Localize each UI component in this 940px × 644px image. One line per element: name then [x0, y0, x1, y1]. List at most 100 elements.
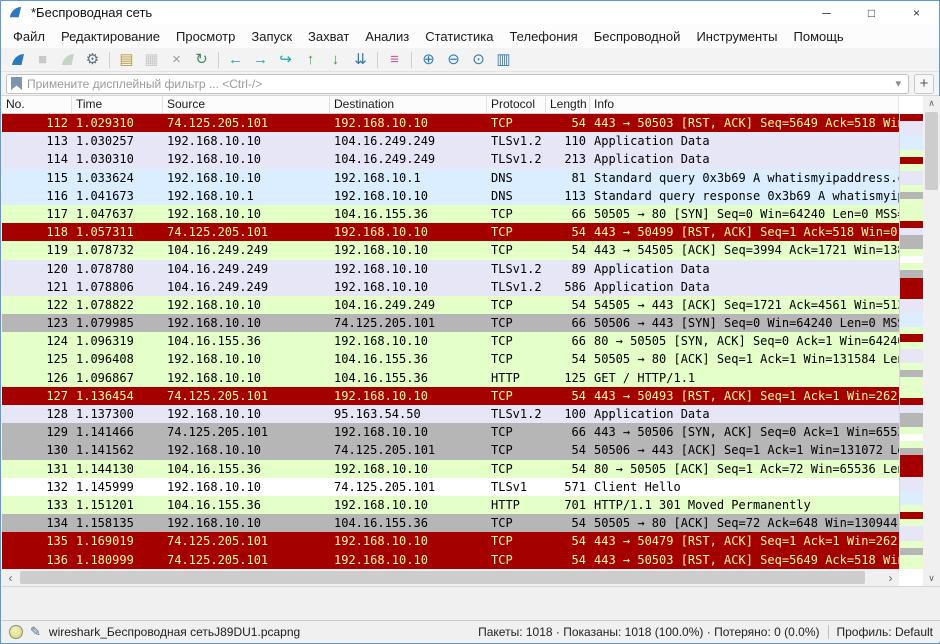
- packet-row[interactable]: 1361.18099974.125.205.101192.168.10.10TC…: [2, 551, 899, 569]
- cell-dst: 192.168.10.10: [330, 223, 487, 241]
- close-button[interactable]: ×: [894, 1, 939, 24]
- packet-list[interactable]: 1121.02931074.125.205.101192.168.10.10TC…: [2, 114, 899, 569]
- add-filter-button[interactable]: +: [914, 74, 934, 94]
- packet-row[interactable]: 1271.13645474.125.205.101192.168.10.10TC…: [2, 387, 899, 405]
- menu-analyze[interactable]: Анализ: [357, 26, 417, 47]
- packet-row[interactable]: 1231.079985192.168.10.1074.125.205.101TC…: [2, 314, 899, 332]
- zoom-out-icon[interactable]: ⊖: [441, 49, 466, 71]
- go-back-icon[interactable]: ←: [223, 49, 248, 71]
- packet-row[interactable]: 1331.151201104.16.155.36192.168.10.10HTT…: [2, 496, 899, 514]
- capture-comment-icon[interactable]: ✎: [30, 624, 41, 640]
- menu-edit[interactable]: Редактирование: [53, 26, 168, 47]
- minimap-stripe: [900, 285, 923, 292]
- cell-dst: 104.16.249.249: [330, 296, 487, 314]
- cell-info: Application Data: [590, 405, 899, 423]
- menu-view[interactable]: Просмотр: [168, 26, 243, 47]
- packet-row[interactable]: 1291.14146674.125.205.101192.168.10.10TC…: [2, 423, 899, 441]
- packet-row[interactable]: 1201.078780104.16.249.249192.168.10.10TL…: [2, 260, 899, 278]
- profile-label[interactable]: Профиль: Default: [837, 625, 934, 639]
- cell-dst: 192.168.10.10: [330, 496, 487, 514]
- menu-file[interactable]: Файл: [5, 26, 53, 47]
- packet-row[interactable]: 1121.02931074.125.205.101192.168.10.10TC…: [2, 114, 899, 132]
- menu-tools[interactable]: Инструменты: [688, 26, 785, 47]
- menu-wireless[interactable]: Беспроводной: [586, 26, 689, 47]
- packet-row[interactable]: 1191.078732104.16.249.249192.168.10.10TC…: [2, 241, 899, 259]
- packet-row[interactable]: 1351.16901974.125.205.101192.168.10.10TC…: [2, 532, 899, 550]
- column-header-proto[interactable]: Protocol: [487, 96, 546, 113]
- filter-dropdown-icon[interactable]: ▾: [892, 77, 904, 90]
- zoom-original-icon[interactable]: ⊙: [466, 49, 491, 71]
- cell-proto: TLSv1.2: [487, 132, 546, 150]
- capture-options-icon[interactable]: ⚙: [80, 49, 105, 71]
- cell-time: 1.078806: [72, 278, 163, 296]
- cell-proto: DNS: [487, 169, 546, 187]
- scroll-right-icon[interactable]: ›: [882, 569, 899, 586]
- cell-len: 110: [546, 132, 590, 150]
- packet-row[interactable]: 1301.141562192.168.10.1074.125.205.101TC…: [2, 441, 899, 459]
- packet-row[interactable]: 1241.096319104.16.155.36192.168.10.10TCP…: [2, 332, 899, 350]
- scroll-left-icon[interactable]: ‹: [2, 569, 19, 586]
- scroll-up-icon[interactable]: ∧: [923, 96, 940, 111]
- filter-bar: ▾ +: [1, 72, 939, 96]
- close-file-icon[interactable]: ×: [164, 49, 189, 71]
- cell-no: 122: [2, 296, 72, 314]
- packet-row[interactable]: 1251.096408192.168.10.10104.16.155.36TCP…: [2, 350, 899, 368]
- resize-columns-icon[interactable]: ▥: [491, 49, 516, 71]
- horizontal-scrollbar-track[interactable]: [19, 569, 882, 586]
- title-bar[interactable]: *Беспроводная сеть ─ □ ×: [1, 1, 939, 24]
- column-header-len[interactable]: Length: [546, 96, 590, 113]
- packet-row[interactable]: 1261.096867192.168.10.10104.16.155.36HTT…: [2, 369, 899, 387]
- open-file-icon[interactable]: ▤: [114, 49, 139, 71]
- packet-row[interactable]: 1141.030310192.168.10.10104.16.249.249TL…: [2, 150, 899, 168]
- packet-row[interactable]: 1321.145999192.168.10.1074.125.205.101TL…: [2, 478, 899, 496]
- start-capture-icon[interactable]: [5, 49, 30, 71]
- horizontal-scrollbar-thumb[interactable]: [20, 571, 865, 584]
- packet-row[interactable]: 1341.158135192.168.10.10104.16.155.36TCP…: [2, 514, 899, 532]
- menu-help[interactable]: Помощь: [786, 26, 852, 47]
- menu-capture[interactable]: Захват: [300, 26, 357, 47]
- horizontal-scrollbar[interactable]: ‹ ›: [2, 569, 899, 586]
- status-right: Пакеты: 1018 · Показаны: 1018 (100.0%) ·…: [478, 625, 933, 639]
- menu-statistics[interactable]: Статистика: [417, 26, 501, 47]
- column-header-dst[interactable]: Destination: [330, 96, 487, 113]
- menu-telephony[interactable]: Телефония: [501, 26, 585, 47]
- cell-proto: TCP: [487, 460, 546, 478]
- reload-file-icon[interactable]: ↻: [189, 49, 214, 71]
- packet-row[interactable]: 1281.137300192.168.10.1095.163.54.50TLSv…: [2, 405, 899, 423]
- packet-row[interactable]: 1221.078822192.168.10.10104.16.249.249TC…: [2, 296, 899, 314]
- column-header-no[interactable]: No.: [2, 96, 72, 113]
- packet-minimap[interactable]: [899, 114, 923, 569]
- packet-row[interactable]: 1151.033624192.168.10.10192.168.10.1DNS8…: [2, 169, 899, 187]
- minimap-stripe: [900, 427, 923, 434]
- minimize-button[interactable]: ─: [804, 1, 849, 24]
- column-header-time[interactable]: Time: [72, 96, 163, 113]
- minimap-stripe: [900, 391, 923, 398]
- column-header-info[interactable]: Info: [590, 96, 899, 113]
- column-header-src[interactable]: Source: [163, 96, 330, 113]
- packet-row[interactable]: 1181.05731174.125.205.101192.168.10.10TC…: [2, 223, 899, 241]
- scroll-down-icon[interactable]: ∨: [923, 571, 940, 586]
- goto-packet-icon[interactable]: ↪: [273, 49, 298, 71]
- vertical-scrollbar[interactable]: ∧ ∨: [923, 96, 940, 586]
- maximize-button[interactable]: □: [849, 1, 894, 24]
- packet-row[interactable]: 1311.144130104.16.155.36192.168.10.10TCP…: [2, 460, 899, 478]
- last-packet-icon[interactable]: ↓: [323, 49, 348, 71]
- expert-info-button[interactable]: [9, 625, 23, 639]
- auto-scroll-icon[interactable]: ⇊: [348, 49, 373, 71]
- colorize-icon[interactable]: ≡: [382, 49, 407, 71]
- cell-dst: 192.168.10.1: [330, 169, 487, 187]
- packet-row[interactable]: 1211.078806104.16.249.249192.168.10.10TL…: [2, 278, 899, 296]
- zoom-in-icon[interactable]: ⊕: [416, 49, 441, 71]
- display-filter-input[interactable]: [27, 77, 892, 91]
- first-packet-icon[interactable]: ↑: [298, 49, 323, 71]
- menu-go[interactable]: Запуск: [243, 26, 300, 47]
- go-forward-icon[interactable]: →: [248, 49, 273, 71]
- vertical-scrollbar-thumb[interactable]: [925, 112, 938, 190]
- cell-len: 54: [546, 532, 590, 550]
- packet-row[interactable]: 1171.047637192.168.10.10104.16.155.36TCP…: [2, 205, 899, 223]
- minimap-stripe: [900, 306, 923, 313]
- packet-row[interactable]: 1131.030257192.168.10.10104.16.249.249TL…: [2, 132, 899, 150]
- cell-time: 1.096867: [72, 369, 163, 387]
- bookmark-icon[interactable]: [11, 77, 22, 90]
- packet-row[interactable]: 1161.041673192.168.10.1192.168.10.10DNS1…: [2, 187, 899, 205]
